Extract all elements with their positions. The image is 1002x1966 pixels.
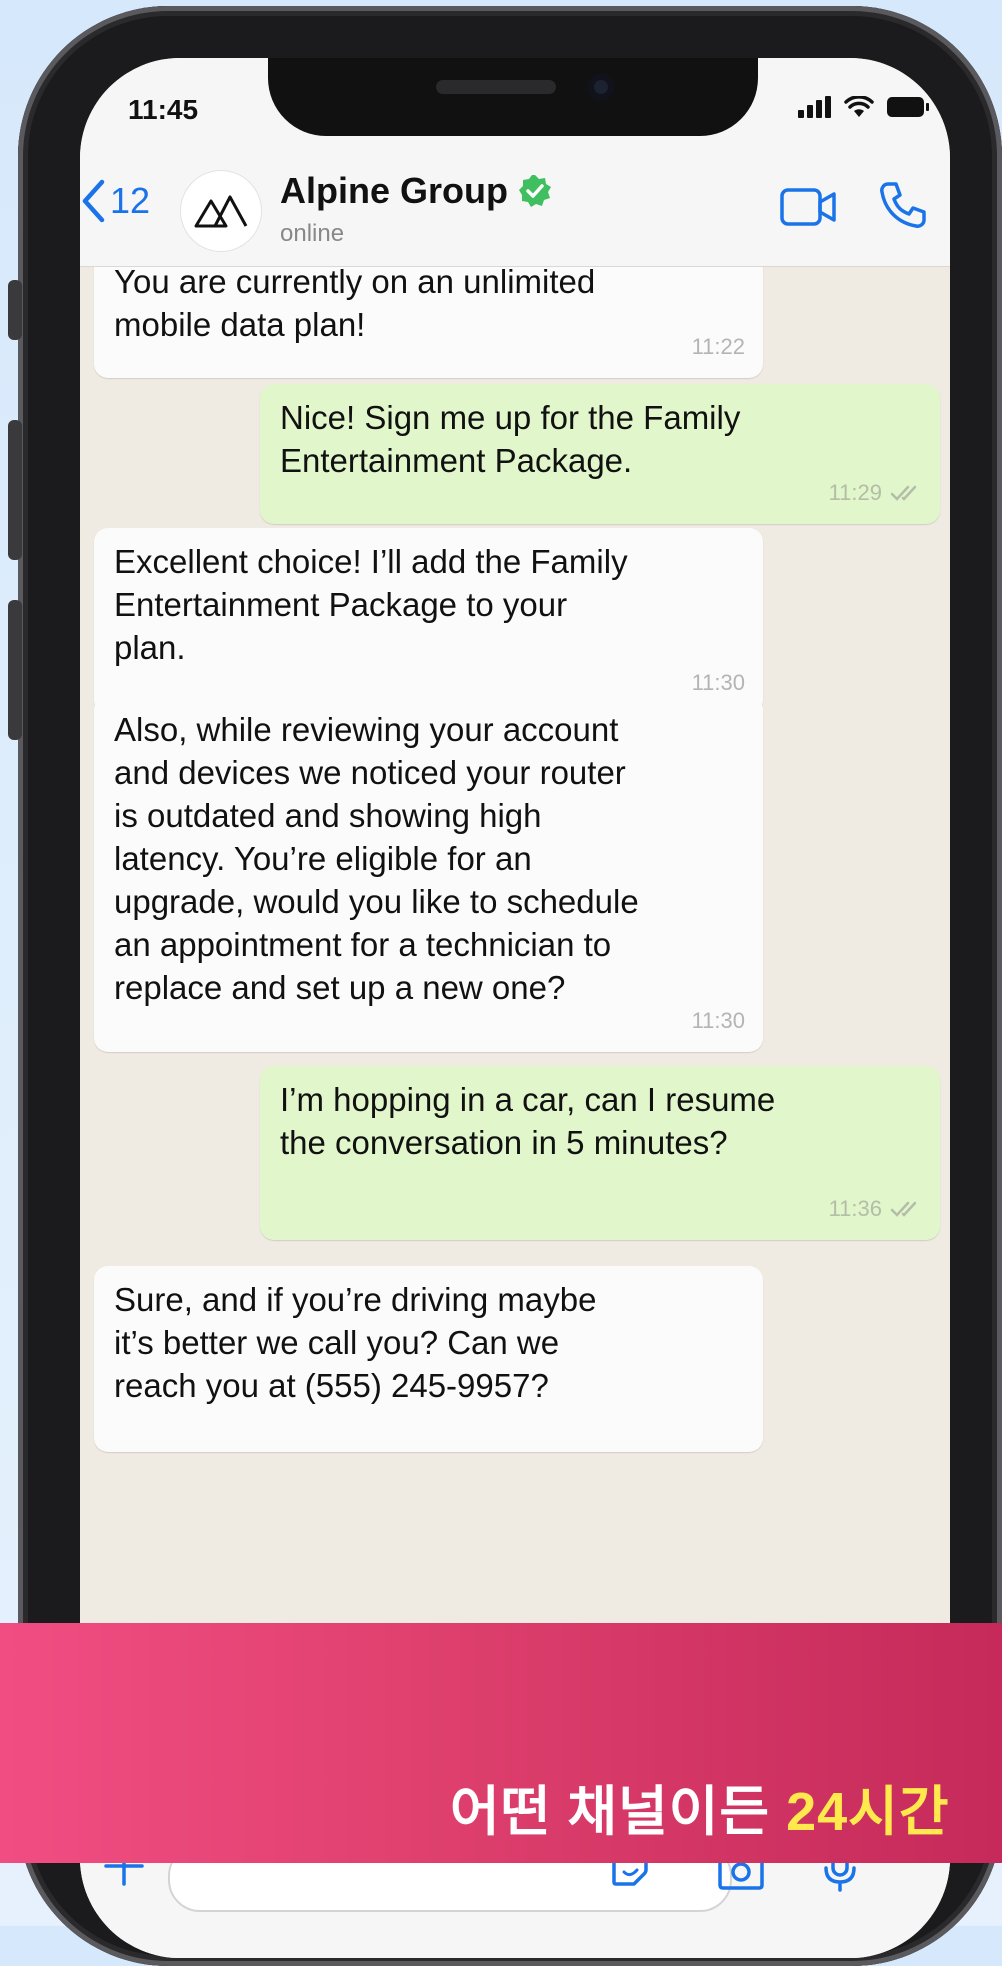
volume-up-button [8, 420, 22, 560]
chevron-left-icon [82, 179, 105, 223]
message-time: 11:29 [828, 480, 882, 505]
banner-text-accent: 24 [786, 1782, 849, 1842]
unread-count: 12 [110, 180, 151, 221]
message-outgoing: I’m hopping in a car, can I resume the c… [260, 1066, 940, 1240]
notch [268, 58, 758, 136]
message-outgoing: Nice! Sign me up for the Family Entertai… [260, 384, 940, 524]
video-call-icon[interactable] [780, 186, 838, 228]
message-text: Also, while reviewing your account and d… [114, 711, 639, 1006]
message-text: Sure, and if you’re driving maybe it’s b… [114, 1281, 597, 1404]
message-text: I’m hopping in a car, can I resume the c… [280, 1081, 776, 1161]
contact-name[interactable]: Alpine Group [280, 170, 552, 212]
message-meta: 11:30 [692, 999, 745, 1042]
banner-text: 어떤 채널이든 24시간 [450, 1767, 950, 1846]
volume-down-button [8, 600, 22, 740]
front-camera [588, 74, 614, 100]
message-time: 11:36 [828, 1196, 882, 1221]
phone-call-icon[interactable] [878, 180, 928, 230]
contact-name-text: Alpine Group [280, 170, 508, 211]
message-meta: 11:36 [829, 1187, 922, 1230]
battery-icon [887, 97, 929, 117]
back-button[interactable]: 12 [80, 178, 150, 224]
contact-status: online [280, 220, 345, 247]
message-time: 11:30 [691, 1008, 745, 1033]
status-icons [798, 96, 930, 118]
mountain-logo-icon [194, 195, 248, 228]
message-text: Nice! Sign me up for the Family Entertai… [280, 399, 741, 479]
message-incoming: Excellent choice! I’ll add the Family En… [94, 528, 763, 714]
status-time: 11:45 [128, 94, 199, 125]
message-time: 11:22 [691, 334, 745, 359]
double-check-icon [890, 485, 917, 501]
message-text: Excellent choice! I’ll add the Family En… [114, 543, 628, 666]
wifi-icon [844, 96, 874, 117]
message-incoming: Sure, and if you’re driving maybe it’s b… [94, 1266, 763, 1452]
contact-avatar[interactable] [180, 170, 262, 252]
banner-text-end: 시간 [848, 1782, 950, 1842]
message-incoming: Also, while reviewing your account and d… [94, 696, 763, 1052]
banner-text-main: 어떤 채널이든 [450, 1782, 787, 1842]
signal-icon [798, 96, 831, 118]
silent-switch [8, 280, 22, 340]
chat-header: 12 Alpine Group online [80, 148, 950, 267]
message-incoming: You are currently on an unlimited mobile… [94, 248, 763, 378]
verified-badge-icon [519, 175, 551, 207]
message-meta: 11:22 [692, 325, 745, 368]
double-check-icon [890, 1201, 917, 1217]
promo-banner: 어떤 채널이든 24시간 [0, 1623, 1002, 1863]
message-text: You are currently on an unlimited mobile… [114, 263, 596, 343]
message-meta: 11:29 [829, 471, 922, 514]
speaker-grille [436, 80, 556, 94]
